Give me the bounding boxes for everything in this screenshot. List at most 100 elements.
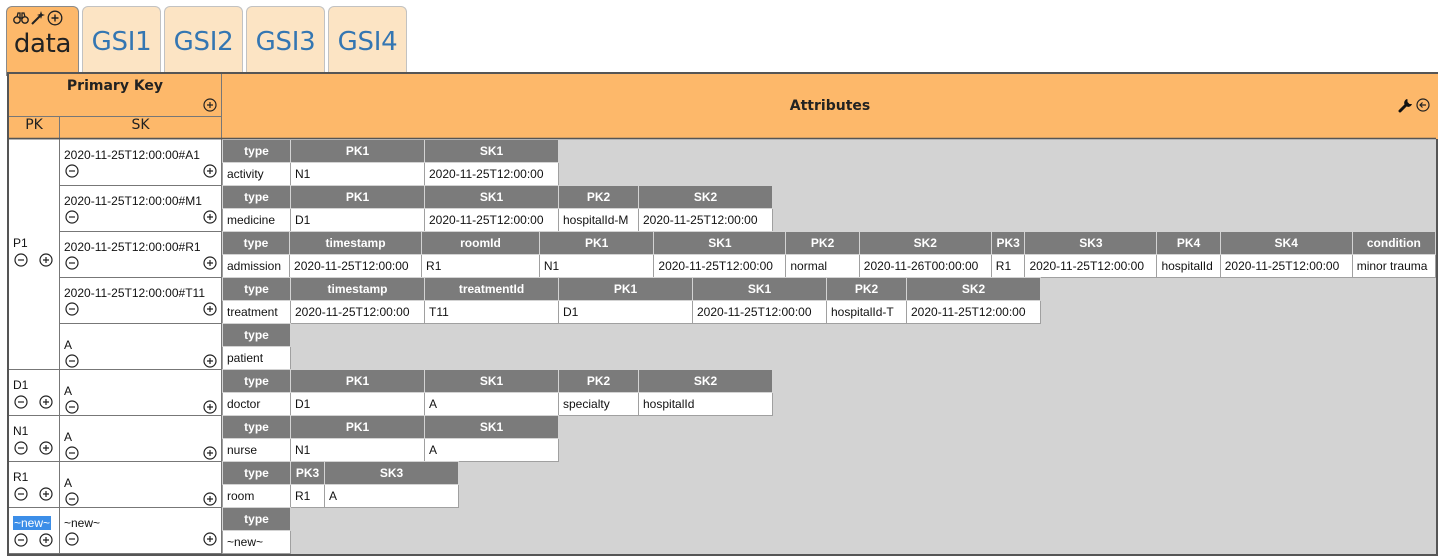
attribute-value[interactable]: N1 [290, 162, 425, 186]
attribute-value[interactable]: T11 [424, 300, 559, 324]
attribute-value[interactable]: 2020-11-25T12:00:00 [289, 254, 423, 278]
attribute-value[interactable]: A [424, 392, 559, 416]
delete-item-icon[interactable] [65, 446, 79, 460]
pk-value-selected[interactable]: ~new~ [13, 516, 52, 530]
pk-value[interactable]: D1 [13, 378, 28, 392]
add-key-attribute-icon[interactable] [203, 98, 217, 112]
delete-item-icon[interactable] [65, 354, 79, 368]
attribute-name: SK1 [692, 277, 827, 301]
sk-value[interactable]: 2020-11-25T12:00:00#M1 [64, 194, 202, 208]
attribute-value[interactable]: 2020-11-25T12:00:00 [653, 254, 787, 278]
pk-value[interactable]: N1 [13, 424, 28, 438]
attribute-value[interactable]: room [222, 484, 291, 508]
add-attribute-icon[interactable] [203, 446, 217, 460]
attribute-value[interactable]: hospitalId [638, 392, 773, 416]
sk-value[interactable]: ~new~ [64, 516, 100, 530]
sk-value[interactable]: A [64, 476, 72, 490]
add-attribute-icon[interactable] [203, 256, 217, 270]
tab-gsi2[interactable]: GSI2 [164, 6, 243, 72]
attribute-value[interactable]: R1 [290, 484, 325, 508]
attribute-value[interactable]: doctor [222, 392, 291, 416]
tab-gsi1[interactable]: GSI1 [82, 6, 161, 72]
add-item-icon[interactable] [39, 441, 53, 455]
add-item-icon[interactable] [39, 533, 53, 547]
add-attribute-icon[interactable] [203, 302, 217, 316]
add-item-icon[interactable] [39, 395, 53, 409]
add-attribute-icon[interactable] [203, 492, 217, 506]
attribute-value[interactable]: R1 [421, 254, 540, 278]
tab-gsi3[interactable]: GSI3 [246, 6, 325, 72]
attribute-value[interactable]: 2020-11-25T12:00:00 [692, 300, 827, 324]
attribute-value[interactable]: 2020-11-25T12:00:00 [906, 300, 1041, 324]
delete-item-icon[interactable] [65, 532, 79, 546]
attribute-value[interactable]: D1 [290, 208, 425, 232]
attribute-value[interactable]: medicine [222, 208, 291, 232]
attribute-value[interactable]: 2020-11-25T12:00:00 [290, 300, 425, 324]
add-attribute-icon[interactable] [203, 164, 217, 178]
attribute-value[interactable]: N1 [538, 254, 655, 278]
sk-value[interactable]: A [64, 384, 72, 398]
attribute-value[interactable]: normal [785, 254, 860, 278]
delete-item-icon[interactable] [65, 164, 79, 178]
delete-item-icon[interactable] [65, 302, 79, 316]
sk-value[interactable]: A [64, 430, 72, 444]
attribute-value[interactable]: nurse [222, 438, 291, 462]
attribute-value[interactable]: hospitalId-M [558, 208, 639, 232]
tab-toolbar [13, 10, 63, 26]
delete-partition-icon[interactable] [14, 487, 28, 501]
tab-gsi4[interactable]: GSI4 [328, 6, 407, 72]
attribute-value[interactable]: specialty [558, 392, 639, 416]
attribute-value[interactable]: 2020-11-25T12:00:00 [1024, 254, 1158, 278]
attribute-value[interactable]: A [424, 438, 559, 462]
sk-value[interactable]: 2020-11-25T12:00:00#A1 [64, 148, 200, 162]
attribute-value[interactable]: admission [221, 254, 291, 278]
attribute-value[interactable]: hospitalId-T [826, 300, 907, 324]
pk-value[interactable]: R1 [13, 470, 28, 484]
add-attribute-icon[interactable] [203, 354, 217, 368]
attribute-name: type [222, 415, 291, 439]
sk-value[interactable]: 2020-11-25T12:00:00#T11 [64, 286, 205, 300]
binoculars-icon[interactable] [13, 10, 29, 26]
attribute-value[interactable]: patient [222, 346, 291, 370]
attribute-table: type PK1 SK1 PK2 SK2 doctor D1 Aspecialty hospit… [222, 369, 773, 416]
attribute-value[interactable]: activity [222, 162, 291, 186]
wand-icon[interactable] [30, 10, 46, 26]
delete-item-icon[interactable] [65, 492, 79, 506]
attribute-value[interactable]: hospitalId [1156, 254, 1221, 278]
pk-value[interactable]: ~new~ [13, 516, 52, 530]
delete-partition-icon[interactable] [14, 395, 28, 409]
attribute-value[interactable]: D1 [558, 300, 693, 324]
attribute-value[interactable]: minor trauma [1351, 254, 1437, 278]
sk-value[interactable]: 2020-11-25T12:00:00#R1 [64, 240, 201, 254]
add-item-icon[interactable] [39, 253, 53, 267]
add-attribute-icon[interactable] [203, 532, 217, 546]
delete-partition-icon[interactable] [14, 441, 28, 455]
attribute-value[interactable]: R1 [990, 254, 1026, 278]
attribute-value[interactable]: 2020-11-25T12:00:00 [638, 208, 773, 232]
attribute-value[interactable]: 2020-11-25T12:00:00 [424, 162, 559, 186]
attribute-value[interactable]: 2020-11-25T12:00:00 [1219, 254, 1353, 278]
attribute-value[interactable]: 2020-11-26T00:00:00 [858, 254, 992, 278]
attribute-value[interactable]: A [324, 484, 459, 508]
collapse-attributes-icon[interactable] [1416, 98, 1430, 112]
wrench-icon[interactable] [1398, 97, 1414, 113]
add-attribute-icon[interactable] [203, 210, 217, 224]
attribute-value[interactable]: ~new~ [222, 530, 291, 554]
attribute-value[interactable]: treatment [222, 300, 291, 324]
add-attribute-icon[interactable] [203, 400, 217, 414]
pk-cell: ~new~ [9, 508, 59, 554]
delete-partition-icon[interactable] [14, 253, 28, 267]
add-item-icon[interactable] [39, 487, 53, 501]
attribute-value[interactable]: D1 [290, 392, 425, 416]
delete-partition-icon[interactable] [14, 533, 28, 547]
attribute-value[interactable]: N1 [290, 438, 425, 462]
attribute-table: type ~new~ [222, 507, 291, 554]
add-tab-icon[interactable] [47, 10, 63, 26]
delete-item-icon[interactable] [65, 256, 79, 270]
delete-item-icon[interactable] [65, 210, 79, 224]
tab-data[interactable]: data [6, 6, 79, 76]
delete-item-icon[interactable] [65, 400, 79, 414]
sk-value[interactable]: A [64, 338, 72, 352]
pk-value[interactable]: P1 [13, 236, 28, 250]
attribute-value[interactable]: 2020-11-25T12:00:00 [424, 208, 559, 232]
